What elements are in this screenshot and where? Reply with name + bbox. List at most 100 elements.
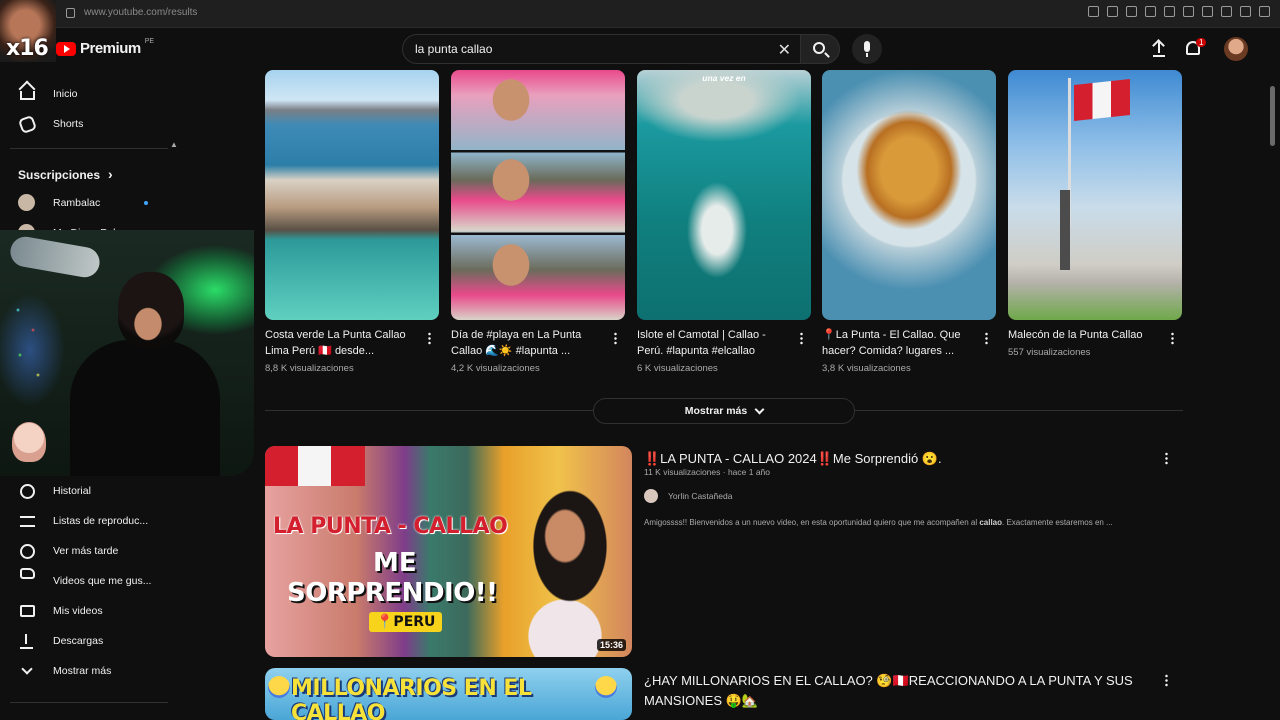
video-icon — [20, 605, 35, 617]
short-card[interactable]: Costa verde La Punta Callao Lima Perú 🇵🇪… — [265, 70, 439, 374]
peru-flag — [265, 446, 365, 486]
sidebar-item-liked-videos[interactable]: Videos que me gus... — [0, 566, 178, 596]
search-icon — [813, 42, 825, 54]
short-thumbnail[interactable] — [822, 70, 996, 320]
sidebar-subscription-rambalac[interactable]: Rambalac — [18, 194, 148, 211]
home-icon — [20, 91, 35, 100]
short-thumbnail[interactable] — [451, 70, 625, 320]
sidebar-item-inicio[interactable]: Inicio — [0, 79, 178, 109]
short-views: 6 K visualizaciones — [637, 363, 718, 374]
search-input[interactable] — [415, 42, 755, 56]
microphone — [8, 234, 102, 280]
video-title[interactable]: ¿HAY MILLONARIOS EN EL CALLAO? 🧐🇵🇪REACCI… — [644, 671, 1164, 711]
more-vert-icon[interactable] — [800, 332, 803, 345]
video-meta: 11 K visualizaciones · hace 1 año — [644, 467, 771, 477]
short-card[interactable]: Día de #playa en La Punta Callao 🌊☀️ #la… — [451, 70, 625, 374]
avatar[interactable] — [1224, 37, 1248, 61]
download-icon[interactable] — [1240, 6, 1251, 17]
streamer-overlay: x16 — [0, 0, 56, 62]
thumb-up-icon — [20, 568, 35, 579]
page-scrollbar[interactable] — [1270, 86, 1275, 146]
youtube-play-icon — [56, 41, 76, 56]
playlist-icon — [20, 515, 35, 527]
chevron-up-icon[interactable]: ▲ — [170, 140, 178, 149]
extension-icon[interactable] — [1202, 6, 1213, 17]
short-views: 4,2 K visualizaciones — [451, 363, 540, 374]
short-title[interactable]: 📍La Punta - El Callao. Que hacer? Comida… — [822, 327, 972, 359]
zoom-icon[interactable] — [1088, 6, 1099, 17]
thumbnail-caption: una vez en — [702, 73, 746, 83]
short-thumbnail[interactable] — [1008, 70, 1182, 320]
short-views: 557 visualizaciones — [1008, 347, 1091, 358]
video-thumbnail[interactable]: LA PUNTA - CALLAO ME SORPRENDIO!! 📍PERU … — [265, 446, 632, 657]
extension-icon[interactable] — [1145, 6, 1156, 17]
streamer-body — [70, 340, 220, 476]
mic-icon[interactable] — [852, 34, 882, 64]
streamer-head — [118, 272, 184, 348]
sidebar-item-show-more[interactable]: Mostrar más — [0, 656, 178, 686]
video-description: Amigossss!! Bienvenidos a un nuevo video… — [644, 518, 1113, 527]
extension-icon[interactable] — [1221, 6, 1232, 17]
channel-tag: x16 — [6, 36, 49, 61]
video-thumbnail[interactable]: MILLONARIOS EN EL CALLAO — [265, 668, 632, 720]
lock-icon — [66, 8, 75, 18]
masthead: Premium PE ✕ 1 — [0, 28, 1280, 70]
scared-emoji-icon — [595, 676, 617, 698]
short-views: 3,8 K visualizaciones — [822, 363, 911, 374]
short-card[interactable]: una vez en Islote el Camotal | Callao - … — [637, 70, 811, 374]
duration-badge: 15:36 — [596, 639, 626, 651]
short-card[interactable]: Malecón de la Punta Callao 557 visualiza… — [1008, 70, 1182, 358]
more-vert-icon[interactable] — [428, 332, 431, 345]
divider — [10, 702, 168, 703]
webcam-overlay — [0, 230, 254, 476]
more-vert-icon[interactable] — [614, 332, 617, 345]
string-lights — [8, 300, 48, 390]
short-thumbnail[interactable] — [265, 70, 439, 320]
short-title[interactable]: Malecón de la Punta Callao — [1008, 327, 1158, 343]
more-vert-icon[interactable] — [1165, 674, 1168, 687]
shorts-shelf: Costa verde La Punta Callao Lima Perú 🇵🇪… — [265, 70, 1185, 390]
short-title[interactable]: Costa verde La Punta Callao Lima Perú 🇵🇪… — [265, 327, 415, 359]
subscriptions-heading[interactable]: Suscripciones — [18, 166, 113, 182]
history-icon — [20, 483, 35, 499]
more-vert-icon[interactable] — [985, 332, 988, 345]
sidebar-item-watch-later[interactable]: Ver más tarde — [0, 536, 178, 566]
sidebar-item-playlists[interactable]: Listas de reproduc... — [0, 506, 178, 536]
more-vert-icon[interactable] — [1171, 332, 1174, 345]
sidebar-item-downloads[interactable]: Descargas — [0, 626, 178, 656]
browser-extension-icons — [1088, 6, 1270, 17]
shorts-icon — [17, 114, 38, 134]
clear-icon[interactable]: ✕ — [778, 40, 791, 60]
menu-icon[interactable] — [1259, 6, 1270, 17]
channel-link[interactable]: Yorlin Castañeda — [644, 489, 732, 503]
browser-toolbar: www.youtube.com/results — [0, 0, 1280, 28]
search-results: Costa verde La Punta Callao Lima Perú 🇵🇪… — [265, 70, 1185, 720]
avatar — [18, 194, 35, 211]
search-button[interactable] — [800, 34, 840, 64]
short-title[interactable]: Día de #playa en La Punta Callao 🌊☀️ #la… — [451, 327, 601, 359]
sidebar-item-historial[interactable]: Historial — [0, 476, 178, 506]
peru-flag — [1074, 79, 1130, 121]
scared-emoji-icon — [268, 676, 290, 698]
notification-badge: 1 — [1196, 38, 1207, 47]
extension-icon[interactable] — [1126, 6, 1137, 17]
show-more-button[interactable]: Mostrar más — [593, 398, 855, 424]
video-title[interactable]: ‼️LA PUNTA - CALLAO 2024‼️Me Sorprendió … — [644, 449, 1164, 469]
clock-icon — [20, 543, 35, 559]
mascot-sticker — [12, 422, 46, 462]
short-title[interactable]: Islote el Camotal | Callao - Perú. #lapu… — [637, 327, 787, 359]
short-thumbnail[interactable]: una vez en — [637, 70, 811, 320]
more-vert-icon[interactable] — [1165, 452, 1168, 465]
extension-icon[interactable] — [1164, 6, 1175, 17]
upload-icon[interactable] — [1150, 39, 1168, 58]
extension-icon[interactable] — [1183, 6, 1194, 17]
download-icon — [20, 633, 33, 649]
sidebar-item-my-videos[interactable]: Mis videos — [0, 596, 178, 626]
chevron-down-icon — [21, 663, 33, 675]
channel-avatar[interactable] — [644, 489, 658, 503]
extension-icon[interactable] — [1107, 6, 1118, 17]
address-bar[interactable]: www.youtube.com/results — [84, 7, 197, 18]
short-card[interactable]: 📍La Punta - El Callao. Que hacer? Comida… — [822, 70, 996, 374]
sidebar-item-shorts[interactable]: Shorts — [0, 109, 178, 139]
youtube-premium-logo[interactable]: Premium PE — [56, 38, 154, 57]
